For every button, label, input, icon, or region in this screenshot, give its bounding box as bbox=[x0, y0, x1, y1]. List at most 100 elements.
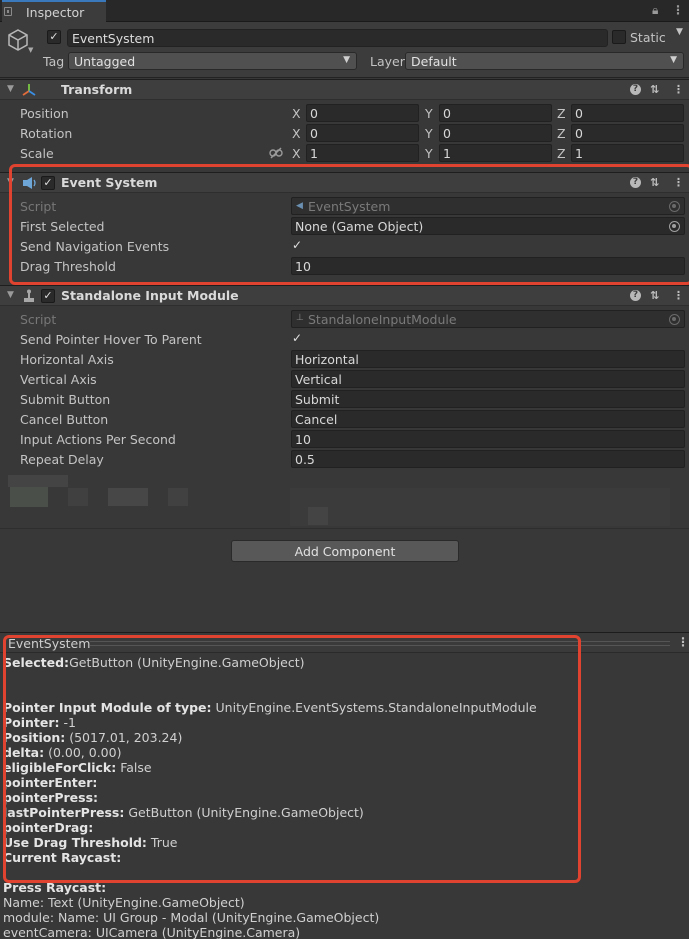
event-system-enabled-checkbox[interactable]: ✓ bbox=[41, 176, 55, 190]
fold-arrow-icon[interactable]: ▼ bbox=[7, 177, 14, 187]
repeat-delay-label: Repeat Delay bbox=[20, 452, 104, 467]
fold-arrow-icon[interactable]: ▼ bbox=[7, 290, 14, 300]
object-name-field[interactable]: EventSystem bbox=[67, 29, 608, 47]
preview-line: module: Name: UI Group - Modal (UnityEng… bbox=[3, 910, 380, 925]
preview-line: Name: Text (UnityEngine.GameObject) bbox=[3, 895, 245, 910]
vertical-axis-field[interactable]: Vertical bbox=[291, 370, 685, 388]
tab-inspector-label: Inspector bbox=[26, 5, 85, 20]
tag-dropdown[interactable]: Untagged ▼ bbox=[68, 52, 357, 70]
position-x-field[interactable]: 0 bbox=[306, 104, 419, 122]
axis-x-label[interactable]: X bbox=[292, 146, 301, 161]
presets-icon[interactable]: ⇅ bbox=[650, 289, 659, 302]
layer-value: Default bbox=[411, 54, 457, 69]
tag-label: Tag bbox=[43, 54, 65, 69]
help-icon[interactable]: ? bbox=[630, 290, 641, 301]
axis-y-label[interactable]: Y bbox=[425, 126, 433, 141]
scale-x-field[interactable]: 1 bbox=[306, 144, 419, 162]
transform-title: Transform bbox=[61, 82, 133, 97]
scale-z-field[interactable]: 1 bbox=[571, 144, 684, 162]
help-icon[interactable]: ? bbox=[630, 177, 641, 188]
rotation-x-field[interactable]: 0 bbox=[306, 124, 419, 142]
cancel-button-field[interactable]: Cancel bbox=[291, 410, 685, 428]
axis-y-label[interactable]: Y bbox=[425, 146, 433, 161]
preview-line: lastPointerPress: GetButton (UnityEngine… bbox=[3, 805, 364, 820]
input-actions-per-second-label: Input Actions Per Second bbox=[20, 432, 176, 447]
rotation-y-field[interactable]: 0 bbox=[439, 124, 552, 142]
info-icon bbox=[4, 7, 12, 16]
fold-arrow-icon[interactable]: ▼ bbox=[7, 84, 14, 94]
transform-header[interactable]: ▼ Transform ? ⇅ ⋮ bbox=[0, 79, 689, 100]
static-dropdown-icon[interactable]: ▼ bbox=[676, 27, 683, 37]
standalone-input-module-header[interactable]: ▼ ✓ Standalone Input Module ? ⇅ ⋮ bbox=[0, 285, 689, 306]
preview-header: EventSystem ⋮ bbox=[0, 633, 689, 653]
preview-line: Use Drag Threshold: True bbox=[3, 835, 178, 850]
script-value: StandaloneInputModule bbox=[308, 312, 457, 327]
rotation-z-field[interactable]: 0 bbox=[571, 124, 684, 142]
preview-line: delta: (0.00, 0.00) bbox=[3, 745, 122, 760]
axis-z-label[interactable]: Z bbox=[557, 146, 566, 161]
axis-x-label[interactable]: X bbox=[292, 106, 301, 121]
event-system-title: Event System bbox=[61, 175, 158, 190]
send-navigation-events-label: Send Navigation Events bbox=[20, 239, 170, 254]
position-z-field[interactable]: 0 bbox=[571, 104, 684, 122]
preview-title: EventSystem bbox=[8, 636, 91, 651]
send-pointer-hover-checkbox[interactable]: ✓ bbox=[292, 332, 304, 344]
event-system-preview-panel: EventSystem ⋮ Selected:GetButton (UnityE… bbox=[0, 632, 689, 939]
script-asset-icon: ◀ bbox=[296, 201, 303, 211]
component-menu-icon[interactable]: ⋮ bbox=[673, 289, 684, 302]
chevron-down-icon: ▼ bbox=[343, 55, 350, 65]
preview-line: pointerPress: bbox=[3, 790, 99, 805]
static-checkbox[interactable] bbox=[612, 30, 626, 44]
standalone-input-module-title: Standalone Input Module bbox=[61, 288, 239, 303]
axis-y-label[interactable]: Y bbox=[425, 106, 433, 121]
horizontal-axis-field[interactable]: Horizontal bbox=[291, 350, 685, 368]
input-module-enabled-checkbox[interactable]: ✓ bbox=[41, 289, 55, 303]
preview-line: Position: (5017.01, 203.24) bbox=[3, 730, 183, 745]
active-checkbox[interactable]: ✓ bbox=[47, 30, 61, 44]
help-icon[interactable]: ? bbox=[630, 84, 641, 95]
constrain-proportions-icon[interactable] bbox=[269, 147, 283, 159]
component-menu-icon[interactable]: ⋮ bbox=[673, 83, 684, 96]
preview-line: Press Raycast: bbox=[3, 880, 107, 895]
scale-label: Scale bbox=[20, 146, 54, 161]
lock-icon[interactable]: 🔒︎ bbox=[652, 3, 658, 18]
presets-icon[interactable]: ⇅ bbox=[650, 176, 659, 189]
drag-threshold-label: Drag Threshold bbox=[20, 259, 116, 274]
layer-dropdown[interactable]: Default ▼ bbox=[405, 52, 684, 70]
rotation-label: Rotation bbox=[20, 126, 73, 141]
drag-threshold-field[interactable]: 10 bbox=[291, 257, 685, 275]
position-y-field[interactable]: 0 bbox=[439, 104, 552, 122]
event-system-script-field: EventSystem bbox=[291, 197, 685, 215]
first-selected-field[interactable]: None (Game Object) bbox=[291, 217, 685, 235]
object-picker-icon bbox=[669, 314, 680, 325]
preview-line: Pointer: -1 bbox=[3, 715, 76, 730]
presets-icon[interactable]: ⇅ bbox=[650, 83, 659, 96]
icon-dropdown-arrow-icon[interactable]: ▼ bbox=[28, 46, 33, 54]
send-pointer-hover-label: Send Pointer Hover To Parent bbox=[20, 332, 202, 347]
submit-button-field[interactable]: Submit bbox=[291, 390, 685, 408]
input-actions-per-second-field[interactable]: 10 bbox=[291, 430, 685, 448]
preview-line: eventCamera: UICamera (UnityEngine.Camer… bbox=[3, 925, 301, 939]
more-menu-icon[interactable]: ⋮ bbox=[672, 3, 684, 17]
script-label: Script bbox=[20, 312, 57, 327]
preview-menu-icon[interactable]: ⋮ bbox=[677, 635, 689, 649]
scale-y-field[interactable]: 1 bbox=[439, 144, 552, 162]
preview-line: pointerDrag: bbox=[3, 820, 94, 835]
gameobject-cube-icon[interactable] bbox=[6, 28, 30, 52]
first-selected-value: None (Game Object) bbox=[295, 219, 424, 234]
add-component-button[interactable]: Add Component bbox=[231, 540, 459, 562]
repeat-delay-field[interactable]: 0.5 bbox=[291, 450, 685, 468]
axis-x-label[interactable]: X bbox=[292, 126, 301, 141]
tab-inspector[interactable]: Inspector bbox=[2, 0, 106, 22]
axis-z-label[interactable]: Z bbox=[557, 106, 566, 121]
send-navigation-events-checkbox[interactable]: ✓ bbox=[292, 239, 304, 251]
header-divider bbox=[90, 641, 670, 646]
axis-z-label[interactable]: Z bbox=[557, 126, 566, 141]
script-label: Script bbox=[20, 199, 57, 214]
preview-line: Selected:GetButton (UnityEngine.GameObje… bbox=[3, 655, 305, 670]
object-picker-icon[interactable] bbox=[669, 221, 680, 232]
event-system-header[interactable]: ▼ ✓ Event System ? ⇅ ⋮ bbox=[0, 172, 689, 193]
vertical-axis-label: Vertical Axis bbox=[20, 372, 97, 387]
component-menu-icon[interactable]: ⋮ bbox=[673, 176, 684, 189]
object-picker-icon bbox=[669, 201, 680, 212]
